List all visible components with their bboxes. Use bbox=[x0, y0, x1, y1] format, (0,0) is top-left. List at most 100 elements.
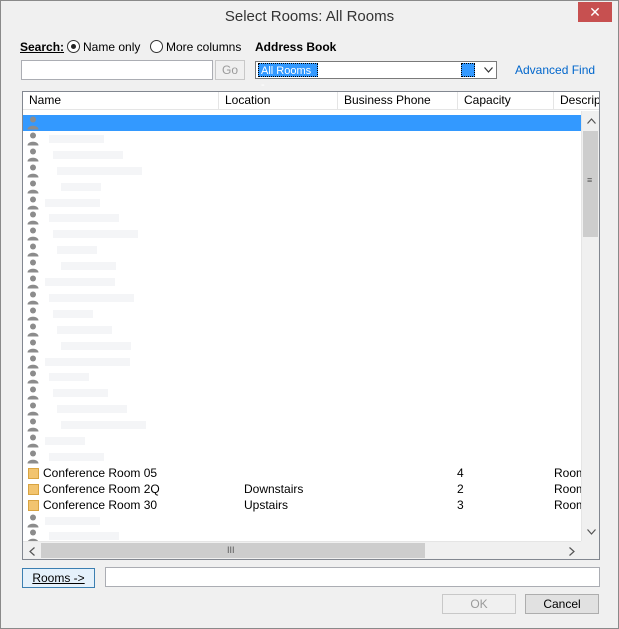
name-only-radio[interactable] bbox=[67, 40, 80, 53]
person-icon bbox=[27, 402, 39, 416]
cancel-button[interactable]: Cancel bbox=[525, 594, 599, 614]
selection-highlight bbox=[461, 63, 475, 77]
list-item[interactable] bbox=[23, 433, 581, 449]
table-row[interactable]: Conference Room 05 4 Room bbox=[23, 465, 586, 481]
list-item[interactable] bbox=[23, 131, 581, 147]
person-icon bbox=[27, 227, 39, 241]
redacted-text bbox=[53, 150, 123, 159]
table-row[interactable]: Conference Room 30 Upstairs 3 Room bbox=[23, 497, 586, 513]
cell-location: Downstairs bbox=[244, 481, 304, 496]
person-icon bbox=[27, 450, 39, 464]
column-header-location[interactable]: Location bbox=[219, 92, 338, 110]
list-item[interactable] bbox=[23, 242, 581, 258]
redacted-text bbox=[61, 341, 131, 350]
close-icon: ✕ bbox=[589, 3, 601, 20]
cell-capacity: 3 bbox=[457, 497, 464, 512]
redacted-text bbox=[61, 421, 146, 430]
redacted-text bbox=[49, 452, 104, 461]
person-icon bbox=[27, 116, 39, 130]
rooms-button[interactable]: Rooms -> bbox=[22, 568, 95, 588]
grip-icon: III bbox=[227, 545, 235, 555]
room-icon bbox=[28, 483, 39, 495]
column-header-capacity[interactable]: Capacity bbox=[458, 92, 554, 110]
person-icon bbox=[27, 514, 39, 528]
scroll-up-icon[interactable] bbox=[583, 113, 599, 129]
title-bar: Select Rooms: All Rooms ✕ bbox=[1, 1, 618, 32]
redacted-text bbox=[45, 278, 115, 286]
list-item[interactable] bbox=[23, 115, 581, 131]
list-item[interactable] bbox=[23, 290, 581, 306]
redacted-text bbox=[49, 532, 119, 541]
redacted-text bbox=[49, 214, 119, 223]
rooms-field[interactable] bbox=[105, 567, 600, 587]
vertical-scroll-thumb[interactable]: ≡ bbox=[583, 131, 598, 237]
table-row[interactable]: Conference Room 2Q Downstairs 2 Room bbox=[23, 481, 586, 497]
name-only-label[interactable]: Name only bbox=[83, 40, 140, 54]
horizontal-scroll-thumb[interactable]: III bbox=[41, 543, 425, 558]
horizontal-scrollbar[interactable]: III bbox=[23, 541, 583, 559]
person-icon bbox=[27, 259, 39, 273]
room-icon bbox=[28, 499, 39, 511]
redacted-text bbox=[61, 262, 116, 271]
more-columns-label[interactable]: More columns bbox=[166, 40, 241, 54]
redacted-text bbox=[49, 134, 104, 143]
list-item[interactable] bbox=[23, 449, 581, 465]
vertical-scrollbar[interactable]: ≡ bbox=[581, 111, 599, 542]
list-item[interactable] bbox=[23, 179, 581, 195]
list-item[interactable] bbox=[23, 195, 581, 211]
close-button[interactable]: ✕ bbox=[578, 2, 612, 22]
person-icon bbox=[27, 323, 39, 337]
list-item[interactable] bbox=[23, 163, 581, 179]
address-book-dropdown[interactable]: All Rooms - bbox=[255, 61, 497, 91]
redacted-text bbox=[45, 357, 130, 366]
room-icon bbox=[28, 467, 39, 479]
person-icon bbox=[27, 196, 39, 210]
list-item[interactable] bbox=[23, 354, 581, 370]
person-icon bbox=[27, 386, 39, 400]
scroll-right-icon[interactable] bbox=[564, 543, 580, 559]
rooms-button-label: Rooms -> bbox=[32, 571, 85, 585]
list-item[interactable] bbox=[23, 210, 581, 226]
redacted-text bbox=[57, 166, 142, 175]
list-item[interactable] bbox=[23, 338, 581, 354]
ok-button[interactable]: OK bbox=[442, 594, 516, 614]
address-book-selected: All Rooms - bbox=[258, 63, 318, 91]
more-columns-radio[interactable] bbox=[150, 40, 163, 53]
redacted-text bbox=[53, 389, 108, 398]
search-input[interactable] bbox=[21, 60, 213, 80]
dialog-title: Select Rooms: All Rooms bbox=[224, 8, 395, 25]
person-icon bbox=[27, 434, 39, 448]
person-icon bbox=[27, 370, 39, 384]
advanced-find-link[interactable]: Advanced Find bbox=[515, 63, 595, 77]
list-item[interactable] bbox=[23, 274, 581, 290]
redacted-text bbox=[61, 182, 101, 191]
redacted-text bbox=[45, 516, 100, 525]
redacted-text bbox=[49, 373, 89, 382]
redacted-text bbox=[45, 437, 85, 445]
room-list[interactable]: Name Location Business Phone Capacity De… bbox=[22, 91, 600, 560]
list-item[interactable] bbox=[23, 401, 581, 417]
scroll-left-icon[interactable] bbox=[24, 543, 40, 559]
chevron-down-icon[interactable] bbox=[480, 62, 496, 78]
list-item[interactable] bbox=[23, 258, 581, 274]
cell-name: Conference Room 05 bbox=[43, 465, 158, 480]
list-item[interactable] bbox=[23, 226, 581, 242]
list-item[interactable] bbox=[23, 322, 581, 338]
person-icon bbox=[27, 243, 39, 257]
cell-name: Conference Room 30 bbox=[43, 497, 158, 512]
list-item[interactable] bbox=[23, 513, 581, 529]
list-item[interactable] bbox=[23, 417, 581, 433]
go-button[interactable]: Go bbox=[215, 60, 245, 80]
redacted-text bbox=[53, 230, 138, 239]
redacted-text bbox=[45, 198, 100, 207]
list-item[interactable] bbox=[23, 306, 581, 322]
list-item[interactable] bbox=[23, 147, 581, 163]
person-icon bbox=[27, 418, 39, 432]
column-header-description[interactable]: Descrip bbox=[554, 92, 599, 110]
person-icon bbox=[27, 307, 39, 321]
column-header-name[interactable]: Name bbox=[23, 92, 219, 110]
list-item[interactable] bbox=[23, 369, 581, 385]
scroll-down-icon[interactable] bbox=[583, 524, 599, 540]
column-header-business-phone[interactable]: Business Phone bbox=[338, 92, 458, 110]
list-item[interactable] bbox=[23, 385, 581, 401]
